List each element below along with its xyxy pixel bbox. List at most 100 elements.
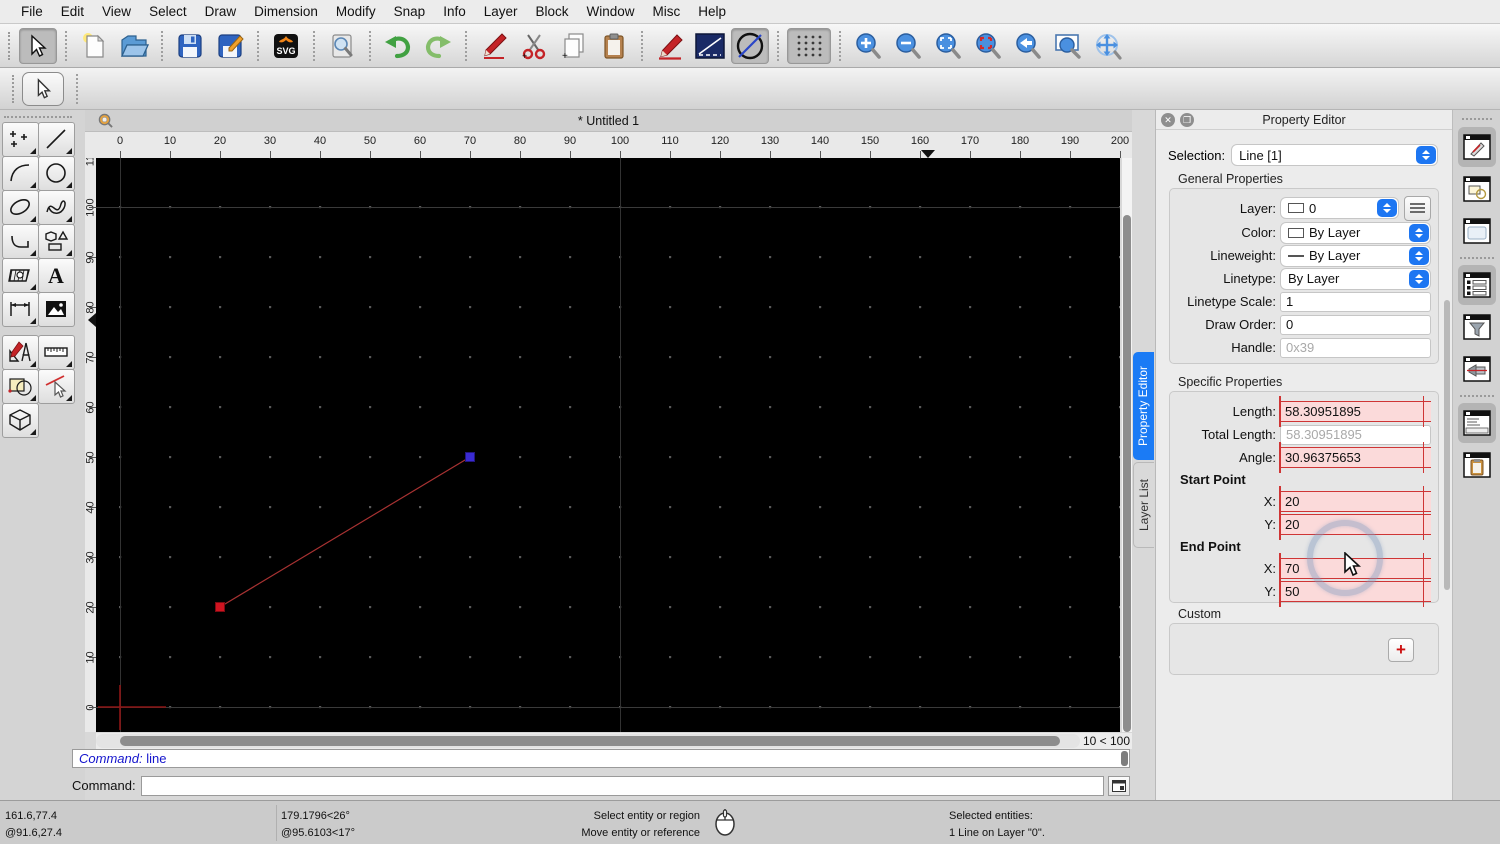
toolbar-drag-handle[interactable] xyxy=(12,74,16,103)
pen-attributes-button[interactable] xyxy=(651,28,689,64)
svg-export-button[interactable]: SVG xyxy=(267,28,305,64)
tab-layer-list[interactable]: Layer List xyxy=(1133,462,1154,548)
image-tool-button[interactable] xyxy=(37,291,75,327)
auto-zoom-button[interactable] xyxy=(929,28,967,64)
selected-line-entity[interactable] xyxy=(219,456,471,608)
length-row: Length: 58.30951895 xyxy=(1170,396,1438,427)
measure-tool-button[interactable] xyxy=(37,334,75,370)
block-list-dock-button[interactable] xyxy=(1458,169,1496,209)
add-custom-property-button[interactable]: + xyxy=(1388,638,1414,662)
dock-strip-handle[interactable] xyxy=(1461,118,1492,120)
select-line-tool-button[interactable] xyxy=(37,368,75,404)
canvas-h-scrollbar[interactable] xyxy=(96,734,1080,748)
menu-select[interactable]: Select xyxy=(140,0,196,24)
menu-view[interactable]: View xyxy=(93,0,140,24)
line-tool-button[interactable] xyxy=(37,121,75,157)
delete-entity-button[interactable] xyxy=(475,28,513,64)
toolbar-drag-handle[interactable] xyxy=(8,31,12,60)
layer-menu-button[interactable] xyxy=(1404,195,1431,221)
pan-button[interactable] xyxy=(1089,28,1127,64)
start-x-field[interactable]: 20 xyxy=(1279,486,1431,517)
linetype-combo[interactable]: By Layer xyxy=(1280,267,1431,290)
total-length-value: 58.30951895 xyxy=(1286,427,1362,442)
menu-snap[interactable]: Snap xyxy=(385,0,435,24)
linetype-scale-field[interactable]: 1 xyxy=(1280,291,1431,312)
open-file-button[interactable] xyxy=(115,28,153,64)
pen-palette-dock-button[interactable] xyxy=(1458,349,1496,389)
line-end-handle[interactable] xyxy=(465,452,475,462)
arc-tool-button[interactable] xyxy=(1,155,39,191)
select-arrow-button[interactable] xyxy=(19,27,57,64)
property-editor-dock-button[interactable] xyxy=(1457,127,1496,167)
clipboard-dock-button[interactable] xyxy=(1458,445,1496,485)
print-preview-button[interactable] xyxy=(323,28,361,64)
modify-tools-button[interactable] xyxy=(1,334,39,370)
layer-list-dock-button[interactable] xyxy=(1457,265,1496,305)
menu-info[interactable]: Info xyxy=(434,0,475,24)
menu-file[interactable]: File xyxy=(12,0,52,24)
menu-dimension[interactable]: Dimension xyxy=(245,0,327,24)
lineweight-row: Lineweight: By Layer xyxy=(1170,244,1438,267)
line-attributes-button[interactable] xyxy=(691,28,729,64)
menu-layer[interactable]: Layer xyxy=(475,0,527,24)
shapes-tool-button[interactable] xyxy=(37,223,75,259)
grid-toggle-button[interactable] xyxy=(787,27,831,64)
command-options-button[interactable] xyxy=(1108,775,1130,796)
paste-button[interactable] xyxy=(595,28,633,64)
menu-window[interactable]: Window xyxy=(578,0,644,24)
zoom-window-button[interactable] xyxy=(1049,28,1087,64)
menu-modify[interactable]: Modify xyxy=(327,0,385,24)
length-field[interactable]: 58.30951895 xyxy=(1279,396,1431,427)
cut-button[interactable]: + xyxy=(515,28,553,64)
pen-palette-dock-icon xyxy=(1462,356,1491,382)
panel-scroll-thumb[interactable] xyxy=(1444,300,1450,590)
solid-3d-tool-button[interactable] xyxy=(1,402,39,438)
modify-shapes-button[interactable] xyxy=(1,368,39,404)
selection-combo[interactable]: Line [1] xyxy=(1231,144,1438,166)
selection-pointer-button[interactable] xyxy=(22,71,64,106)
command-input[interactable] xyxy=(140,775,1104,796)
zoom-out-button[interactable] xyxy=(889,28,927,64)
document-tab-title[interactable]: * Untitled 1 xyxy=(85,114,1132,128)
angle-field[interactable]: 30.96375653 xyxy=(1279,442,1431,473)
tab-property-editor[interactable]: Property Editor xyxy=(1133,352,1154,460)
command-line-dock-button[interactable] xyxy=(1457,403,1496,443)
layer-combo[interactable]: 0 xyxy=(1280,197,1399,219)
menu-edit[interactable]: Edit xyxy=(52,0,93,24)
copy-button[interactable]: + xyxy=(555,28,593,64)
menu-block[interactable]: Block xyxy=(527,0,578,24)
draw-order-field[interactable]: 0 xyxy=(1280,314,1431,335)
canvas-v-scrollbar[interactable] xyxy=(1122,158,1132,732)
dimension-tool-button[interactable] xyxy=(1,291,39,327)
command-input-row: Command: xyxy=(72,773,1130,798)
drawing-canvas[interactable] xyxy=(96,158,1120,732)
zoom-previous-button[interactable] xyxy=(1009,28,1047,64)
palette-drag-handle[interactable] xyxy=(4,116,72,118)
command-history-scroll-thumb[interactable] xyxy=(1121,751,1128,766)
spline-tool-button[interactable] xyxy=(37,189,75,225)
v-scroll-thumb[interactable] xyxy=(1123,215,1131,732)
zoom-in-button[interactable] xyxy=(849,28,887,64)
save-as-button[interactable] xyxy=(211,28,249,64)
color-combo[interactable]: By Layer xyxy=(1280,221,1431,244)
h-scroll-thumb[interactable] xyxy=(120,736,1060,746)
menu-help[interactable]: Help xyxy=(689,0,735,24)
points-tool-button[interactable] xyxy=(1,121,39,157)
save-button[interactable] xyxy=(171,28,209,64)
zoom-selected-button[interactable] xyxy=(969,28,1007,64)
menu-misc[interactable]: Misc xyxy=(644,0,690,24)
library-browser-dock-button[interactable] xyxy=(1458,211,1496,251)
text-tool-button[interactable]: A xyxy=(37,257,75,293)
ellipse-tool-button[interactable] xyxy=(1,189,39,225)
menu-draw[interactable]: Draw xyxy=(196,0,246,24)
undo-button[interactable] xyxy=(379,28,417,64)
line-start-handle[interactable] xyxy=(215,602,225,612)
layer-filter-dock-button[interactable] xyxy=(1458,307,1496,347)
new-document-button[interactable] xyxy=(75,28,113,64)
redo-button[interactable] xyxy=(419,28,457,64)
circle-tool-button[interactable] xyxy=(37,155,75,191)
circle-attributes-button[interactable] xyxy=(731,27,769,64)
polyline-tool-button[interactable] xyxy=(1,223,39,259)
lineweight-combo[interactable]: By Layer xyxy=(1280,244,1431,267)
hatch-tool-button[interactable] xyxy=(1,257,39,293)
